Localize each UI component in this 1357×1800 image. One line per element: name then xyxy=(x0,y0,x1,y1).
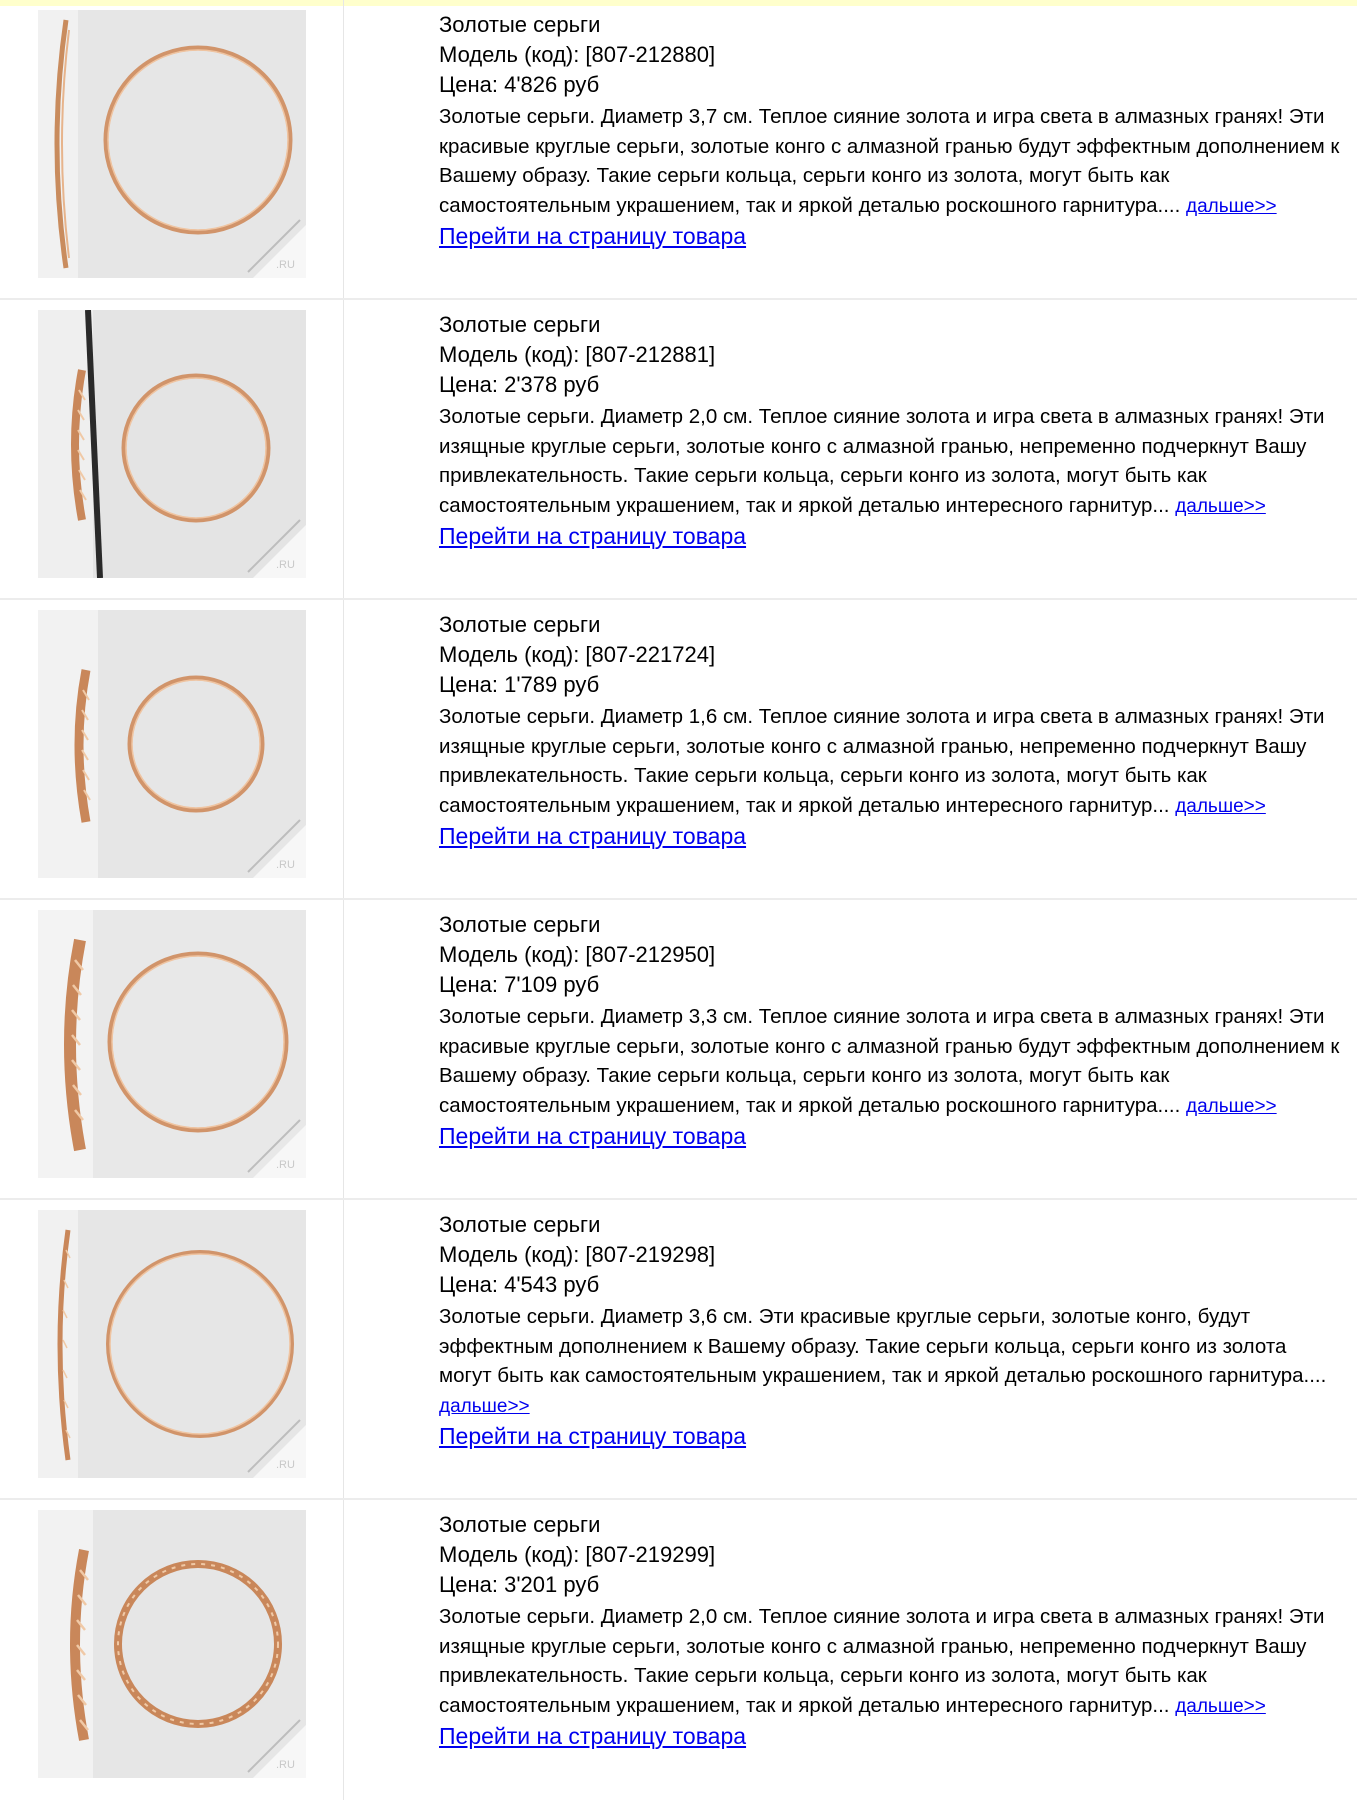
product-photo[interactable]: .RU xyxy=(38,1510,306,1778)
more-link[interactable]: дальше>> xyxy=(1186,1096,1277,1117)
thumbnail-cell: .RU xyxy=(0,1200,344,1500)
product-page-link[interactable]: Перейти на страницу товара xyxy=(439,1121,1339,1151)
more-link[interactable]: дальше>> xyxy=(439,1396,530,1417)
product-model: Модель (код): [807-212950] xyxy=(439,942,716,967)
product-title: Золотые серьги xyxy=(439,912,601,937)
product-price: Цена: 7'109 руб xyxy=(439,972,600,997)
more-link[interactable]: дальше>> xyxy=(1186,196,1277,217)
product-page-link[interactable]: Перейти на страницу товара xyxy=(439,821,1339,851)
product-model: Модель (код): [807-219299] xyxy=(439,1542,716,1567)
product-description: Золотые серьги. Диаметр 3,6 см. Эти крас… xyxy=(439,1302,1344,1421)
product-page-link[interactable]: Перейти на страницу товара xyxy=(439,1421,1339,1451)
product-info: Золотые серьги Модель (код): [807-212880… xyxy=(439,10,1339,251)
product-price: Цена: 4'826 руб xyxy=(439,72,600,97)
svg-text:.RU: .RU xyxy=(276,1759,295,1771)
product-row: .RU Золотые серьги Модель (код): [807-21… xyxy=(0,1500,1357,1800)
product-price: Цена: 1'789 руб xyxy=(439,672,600,697)
product-model: Модель (код): [807-212880] xyxy=(439,42,716,67)
svg-text:.RU: .RU xyxy=(276,259,295,271)
product-row: .RU Золотые серьги Модель (код): [807-22… xyxy=(0,600,1357,900)
product-info: Золотые серьги Модель (код): [807-219299… xyxy=(439,1510,1339,1751)
svg-text:.RU: .RU xyxy=(276,1159,295,1171)
product-info: Золотые серьги Модель (код): [807-219298… xyxy=(439,1210,1339,1451)
product-row: .RU Золотые серьги Модель (код): [807-21… xyxy=(0,1200,1357,1500)
product-row: .RU Золотые серьги Модель (код): [807-21… xyxy=(0,300,1357,600)
product-row: .RU Золотые серьги Модель (код): [807-21… xyxy=(0,900,1357,1200)
thumbnail-cell: .RU xyxy=(0,600,344,900)
description-text: Золотые серьги. Диаметр 3,6 см. Эти крас… xyxy=(439,1305,1327,1387)
thumbnail-cell: .RU xyxy=(0,900,344,1200)
product-description: Золотые серьги. Диаметр 3,3 см. Теплое с… xyxy=(439,1002,1344,1121)
svg-text:.RU: .RU xyxy=(276,859,295,871)
product-photo[interactable]: .RU xyxy=(38,910,306,1178)
product-title: Золотые серьги xyxy=(439,12,601,37)
product-photo[interactable]: .RU xyxy=(38,10,306,278)
product-model: Модель (код): [807-221724] xyxy=(439,642,716,667)
product-photo[interactable]: .RU xyxy=(38,310,306,578)
product-description: Золотые серьги. Диаметр 3,7 см. Теплое с… xyxy=(439,102,1344,221)
product-price: Цена: 3'201 руб xyxy=(439,1572,600,1597)
product-page-link[interactable]: Перейти на страницу товара xyxy=(439,1721,1339,1751)
product-page-link[interactable]: Перейти на страницу товара xyxy=(439,521,1339,551)
product-title: Золотые серьги xyxy=(439,612,601,637)
product-title: Золотые серьги xyxy=(439,1512,601,1537)
product-title: Золотые серьги xyxy=(439,1212,601,1237)
more-link[interactable]: дальше>> xyxy=(1175,796,1266,817)
product-description: Золотые серьги. Диаметр 2,0 см. Теплое с… xyxy=(439,1602,1344,1721)
product-photo[interactable]: .RU xyxy=(38,610,306,878)
product-photo[interactable]: .RU xyxy=(38,1210,306,1478)
product-description: Золотые серьги. Диаметр 1,6 см. Теплое с… xyxy=(439,702,1344,821)
thumbnail-cell: .RU xyxy=(0,300,344,600)
product-price: Цена: 4'543 руб xyxy=(439,1272,600,1297)
svg-text:.RU: .RU xyxy=(276,559,295,571)
product-row: .RU Золотые серьги Модель (код): [807-21… xyxy=(0,0,1357,300)
product-info: Золотые серьги Модель (код): [807-221724… xyxy=(439,610,1339,851)
thumbnail-cell: .RU xyxy=(0,0,344,300)
product-description: Золотые серьги. Диаметр 2,0 см. Теплое с… xyxy=(439,402,1344,521)
svg-text:.RU: .RU xyxy=(276,1459,295,1471)
product-title: Золотые серьги xyxy=(439,312,601,337)
product-model: Модель (код): [807-212881] xyxy=(439,342,716,367)
more-link[interactable]: дальше>> xyxy=(1175,496,1266,517)
product-info: Золотые серьги Модель (код): [807-212881… xyxy=(439,310,1339,551)
product-model: Модель (код): [807-219298] xyxy=(439,1242,716,1267)
product-price: Цена: 2'378 руб xyxy=(439,372,600,397)
product-page-link[interactable]: Перейти на страницу товара xyxy=(439,221,1339,251)
more-link[interactable]: дальше>> xyxy=(1175,1696,1266,1717)
product-info: Золотые серьги Модель (код): [807-212950… xyxy=(439,910,1339,1151)
thumbnail-cell: .RU xyxy=(0,1500,344,1800)
